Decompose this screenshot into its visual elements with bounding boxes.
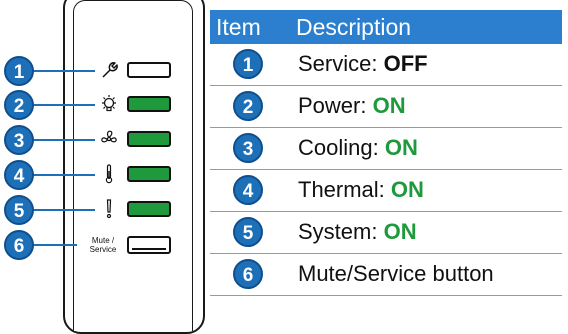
legend-row: 5 System: ON: [210, 212, 562, 254]
legend-table: Item Description 1 Service: OFF 2 Power:…: [210, 10, 562, 296]
system-led: [127, 201, 171, 217]
callout-3: 3: [4, 125, 34, 155]
legend-row: 4 Thermal: ON: [210, 170, 562, 212]
legend-row: 1 Service: OFF: [210, 44, 562, 86]
fan-icon: [101, 130, 117, 143]
row-description: System: ON: [298, 219, 417, 245]
leader-line-1: [33, 70, 95, 72]
thermometer-icon: [105, 164, 113, 184]
row-label: Power:: [298, 93, 373, 118]
row-label: Cooling:: [298, 135, 385, 160]
leader-line-2: [33, 104, 95, 106]
leader-line-4: [33, 174, 95, 176]
callout-4: 4: [4, 160, 34, 190]
exclamation-icon: [106, 199, 112, 219]
thermal-led: [127, 166, 171, 182]
row-description: Service: OFF: [298, 51, 428, 77]
status-value: ON: [372, 93, 406, 118]
row-number: 6: [233, 259, 263, 289]
legend-row: 3 Cooling: ON: [210, 128, 562, 170]
mute-service-label: Mute / Service: [80, 236, 126, 254]
status-value: ON: [383, 219, 417, 244]
status-value: ON: [390, 177, 424, 202]
status-value: OFF: [383, 51, 428, 76]
mute-label-line1: Mute /: [91, 236, 115, 245]
row-description: Power: ON: [298, 93, 406, 119]
row-number: 2: [233, 91, 263, 121]
leader-line-3: [33, 139, 95, 141]
row-description: Mute/Service button: [298, 261, 494, 287]
row-description: Thermal: ON: [298, 177, 424, 203]
callout-2: 2: [4, 90, 34, 120]
front-panel-illustration: 1 2 3 4 5 6 Mute / Service: [0, 0, 210, 334]
status-value: ON: [384, 135, 418, 160]
callout-1: 1: [4, 56, 34, 86]
power-led: [127, 96, 171, 112]
callout-6: 6: [4, 230, 34, 260]
leader-line-6: [33, 244, 77, 246]
row-number: 3: [233, 133, 263, 163]
row-label: Mute/Service button: [298, 261, 494, 286]
callout-5: 5: [4, 195, 34, 225]
wrench-icon: [102, 62, 118, 78]
mute-label-line2: Service: [89, 245, 117, 254]
row-description: Cooling: ON: [298, 135, 418, 161]
mute-service-button[interactable]: [127, 236, 171, 254]
header-description: Description: [296, 14, 412, 40]
header-item: Item: [216, 14, 261, 40]
cooling-led: [127, 131, 171, 147]
row-label: System:: [298, 219, 384, 244]
lightbulb-icon: [102, 95, 116, 112]
legend-row: 6 Mute/Service button: [210, 254, 562, 296]
row-label: Service:: [298, 51, 384, 76]
row-number: 4: [233, 175, 263, 205]
row-number: 1: [233, 49, 263, 79]
service-led: [127, 62, 171, 78]
legend-header: Item Description: [210, 10, 562, 44]
legend-row: 2 Power: ON: [210, 86, 562, 128]
leader-line-5: [33, 209, 95, 211]
row-number: 5: [233, 217, 263, 247]
row-label: Thermal:: [298, 177, 391, 202]
